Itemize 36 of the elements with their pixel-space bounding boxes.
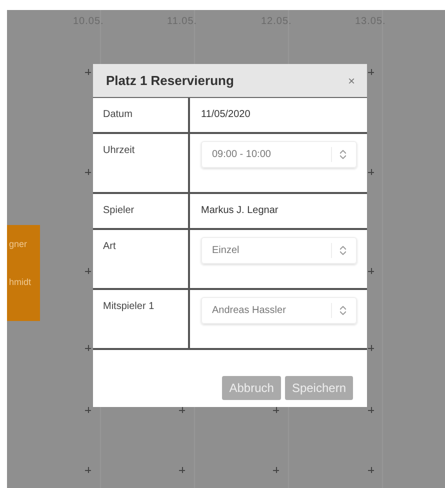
field-value: 11/05/2020 (201, 108, 250, 120)
dropdown[interactable]: Einzel (201, 237, 357, 264)
plus-icon[interactable] (85, 169, 91, 175)
field-label: Spieler (103, 205, 134, 216)
cancel-button[interactable]: Abbruch (222, 376, 281, 400)
field-label: Mitspieler 1 (103, 301, 154, 312)
save-button[interactable]: Speichern (284, 376, 353, 400)
dropdown[interactable]: 09:00 - 10:00 (201, 141, 357, 168)
up-down-arrows-icon (331, 243, 346, 258)
plus-icon[interactable] (85, 467, 91, 473)
field-label: Art (103, 241, 116, 252)
dropdown[interactable]: Andreas Hassler (201, 297, 357, 324)
event-text: hmidt (9, 277, 32, 287)
calendar-event[interactable]: gner hmidt (7, 225, 40, 321)
plus-icon[interactable] (179, 407, 185, 413)
field-value: Markus J. Legnar (201, 204, 278, 216)
plus-icon[interactable] (368, 345, 374, 351)
plus-icon[interactable] (85, 345, 91, 351)
field-label: Uhrzeit (103, 145, 135, 156)
event-text: gner (9, 239, 28, 249)
plus-icon[interactable] (85, 268, 91, 274)
plus-icon[interactable] (273, 407, 279, 413)
plus-icon[interactable] (368, 69, 374, 75)
plus-icon[interactable] (85, 69, 91, 75)
plus-icon[interactable] (368, 268, 374, 274)
plus-icon[interactable] (368, 407, 374, 413)
plus-icon[interactable] (368, 169, 374, 175)
field-label: Datum (103, 109, 132, 120)
close-button[interactable]: × (346, 74, 357, 88)
plus-icon[interactable] (273, 467, 279, 473)
up-down-arrows-icon (331, 147, 346, 162)
dialog-title: Platz 1 Reservierung (106, 73, 234, 88)
plus-icon[interactable] (85, 407, 91, 413)
up-down-arrows-icon (331, 303, 346, 318)
plus-icon[interactable] (368, 467, 374, 473)
plus-icon[interactable] (179, 467, 185, 473)
